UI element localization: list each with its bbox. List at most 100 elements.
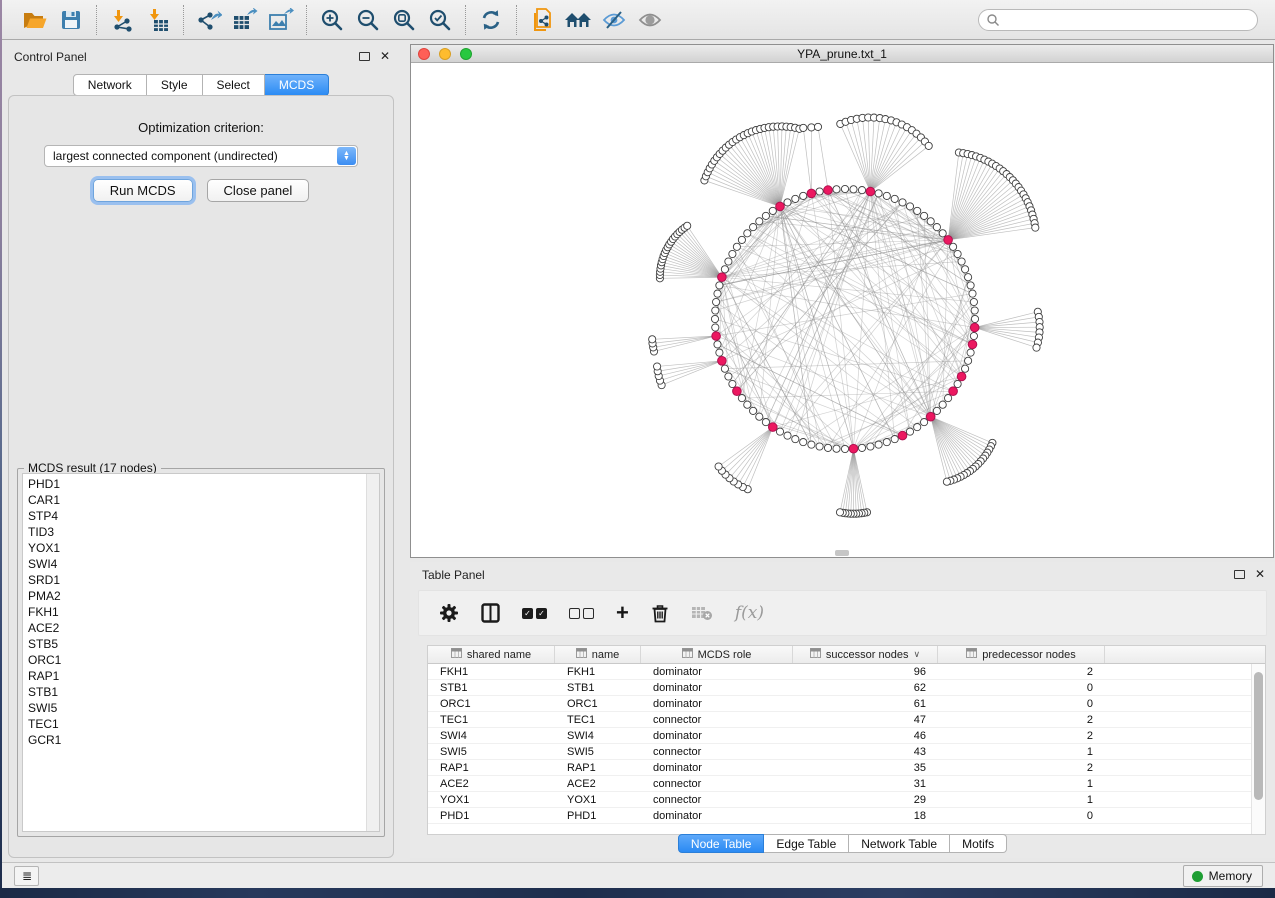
- table-cell: 61: [793, 696, 938, 711]
- table-row[interactable]: FKH1FKH1dominator962: [428, 664, 1265, 680]
- list-item[interactable]: YOX1: [23, 540, 379, 556]
- table-row[interactable]: SWI5SWI5connector431: [428, 744, 1265, 760]
- share-document-icon[interactable]: [527, 5, 557, 35]
- table-cell-filler: [1105, 696, 1265, 711]
- column-header-predecessor-nodes[interactable]: predecessor nodes: [938, 646, 1105, 663]
- list-item[interactable]: TEC1: [23, 716, 379, 732]
- zoom-selected-icon[interactable]: [425, 5, 455, 35]
- table-row[interactable]: PHD1PHD1dominator180: [428, 808, 1265, 824]
- table-row[interactable]: STB1STB1dominator620: [428, 680, 1265, 696]
- zoom-fit-icon[interactable]: [389, 5, 419, 35]
- tab-edge-table[interactable]: Edge Table: [764, 834, 849, 853]
- tab-mcds[interactable]: MCDS: [265, 74, 329, 96]
- table-cell: FKH1: [555, 664, 641, 679]
- table-row[interactable]: TEC1TEC1connector472: [428, 712, 1265, 728]
- float-panel-icon[interactable]: [359, 52, 370, 61]
- table-header-row: shared namenameMCDS rolesuccessor nodes∨…: [428, 646, 1265, 664]
- table-cell: 96: [793, 664, 938, 679]
- close-panel-icon[interactable]: ✕: [380, 50, 390, 62]
- search-box[interactable]: [978, 9, 1258, 31]
- open-file-icon[interactable]: [20, 5, 50, 35]
- table-cell: 0: [938, 696, 1105, 711]
- list-item[interactable]: STB5: [23, 636, 379, 652]
- memory-status-icon: [1192, 871, 1203, 882]
- refresh-icon[interactable]: [476, 5, 506, 35]
- network-hscroll-thumb[interactable]: [835, 550, 849, 556]
- deselect-checkboxes-icon[interactable]: [569, 608, 594, 619]
- list-item[interactable]: PHD1: [23, 474, 379, 492]
- table-cell: PHD1: [428, 808, 555, 823]
- export-table-icon[interactable]: [230, 5, 260, 35]
- tab-network-table[interactable]: Network Table: [849, 834, 950, 853]
- import-network-icon[interactable]: [107, 5, 137, 35]
- list-item[interactable]: FKH1: [23, 604, 379, 620]
- network-window-titlebar[interactable]: YPA_prune.txt_1: [411, 45, 1273, 63]
- tab-motifs[interactable]: Motifs: [950, 834, 1007, 853]
- network-canvas[interactable]: [411, 63, 1273, 557]
- select-all-checkboxes-icon[interactable]: ✓✓: [522, 608, 547, 619]
- column-header-shared-name[interactable]: shared name: [428, 646, 555, 663]
- settings-gear-icon[interactable]: [439, 603, 459, 623]
- table-row[interactable]: RAP1RAP1dominator352: [428, 760, 1265, 776]
- column-header-successor-nodes[interactable]: successor nodes∨: [793, 646, 938, 663]
- list-item[interactable]: ORC1: [23, 652, 379, 668]
- search-input[interactable]: [1000, 11, 1257, 29]
- table-cell: YOX1: [555, 792, 641, 807]
- list-item[interactable]: SRD1: [23, 572, 379, 588]
- export-image-icon[interactable]: [266, 5, 296, 35]
- table-row[interactable]: SWI4SWI4dominator462: [428, 728, 1265, 744]
- table-cell: dominator: [641, 728, 793, 743]
- tab-network[interactable]: Network: [73, 74, 147, 96]
- float-panel-icon[interactable]: [1234, 570, 1245, 579]
- close-panel-button[interactable]: Close panel: [207, 179, 310, 202]
- network-window-title: YPA_prune.txt_1: [411, 47, 1273, 61]
- list-item[interactable]: PMA2: [23, 588, 379, 604]
- list-item[interactable]: CAR1: [23, 492, 379, 508]
- tab-style[interactable]: Style: [147, 74, 203, 96]
- table-cell: FKH1: [428, 664, 555, 679]
- table-row[interactable]: ORC1ORC1dominator610: [428, 696, 1265, 712]
- list-item[interactable]: SWI4: [23, 556, 379, 572]
- tab-select[interactable]: Select: [203, 74, 265, 96]
- tab-node-table[interactable]: Node Table: [678, 834, 765, 853]
- zoom-out-icon[interactable]: [353, 5, 383, 35]
- column-header-name[interactable]: name: [555, 646, 641, 663]
- add-column-icon[interactable]: +: [616, 602, 629, 624]
- zoom-in-icon[interactable]: [317, 5, 347, 35]
- table-cell: 0: [938, 680, 1105, 695]
- column-header-MCDS-role[interactable]: MCDS role: [641, 646, 793, 663]
- list-item[interactable]: ACE2: [23, 620, 379, 636]
- hide-graphics-icon[interactable]: [599, 5, 629, 35]
- list-item[interactable]: RAP1: [23, 668, 379, 684]
- close-panel-icon[interactable]: ✕: [1255, 568, 1265, 580]
- table-scrollbar-thumb[interactable]: [1254, 672, 1263, 800]
- table-row[interactable]: YOX1YOX1connector291: [428, 792, 1265, 808]
- task-history-icon[interactable]: ≣: [14, 866, 39, 886]
- memory-button[interactable]: Memory: [1183, 865, 1263, 887]
- list-item[interactable]: GCR1: [23, 732, 379, 748]
- mcds-result-group: MCDS result (17 nodes) PHD1CAR1STP4TID3Y…: [17, 468, 385, 837]
- table-cell: ACE2: [555, 776, 641, 791]
- import-table-icon[interactable]: [143, 5, 173, 35]
- table-cell-filler: [1105, 776, 1265, 791]
- list-item[interactable]: SWI5: [23, 700, 379, 716]
- criterion-select[interactable]: largest connected component (undirected)…: [44, 145, 358, 167]
- table-scrollbar[interactable]: [1251, 664, 1265, 834]
- mcds-result-list[interactable]: PHD1CAR1STP4TID3YOX1SWI4SRD1PMA2FKH1ACE2…: [22, 473, 380, 832]
- list-item[interactable]: STB1: [23, 684, 379, 700]
- node-table[interactable]: shared namenameMCDS rolesuccessor nodes∨…: [427, 645, 1266, 835]
- list-item[interactable]: TID3: [23, 524, 379, 540]
- result-list-scrollbar[interactable]: [366, 474, 379, 831]
- export-network-icon[interactable]: [194, 5, 224, 35]
- show-graphics-icon[interactable]: [635, 5, 665, 35]
- run-mcds-button[interactable]: Run MCDS: [93, 179, 193, 202]
- table-cell-filler: [1105, 808, 1265, 823]
- delete-column-icon[interactable]: [651, 603, 669, 623]
- function-builder-icon: f(x): [735, 603, 764, 623]
- column-type-icon: [576, 648, 587, 661]
- save-session-icon[interactable]: [56, 5, 86, 35]
- table-row[interactable]: ACE2ACE2connector311: [428, 776, 1265, 792]
- split-columns-icon[interactable]: [481, 603, 500, 623]
- home-networks-icon[interactable]: [563, 5, 593, 35]
- list-item[interactable]: STP4: [23, 508, 379, 524]
